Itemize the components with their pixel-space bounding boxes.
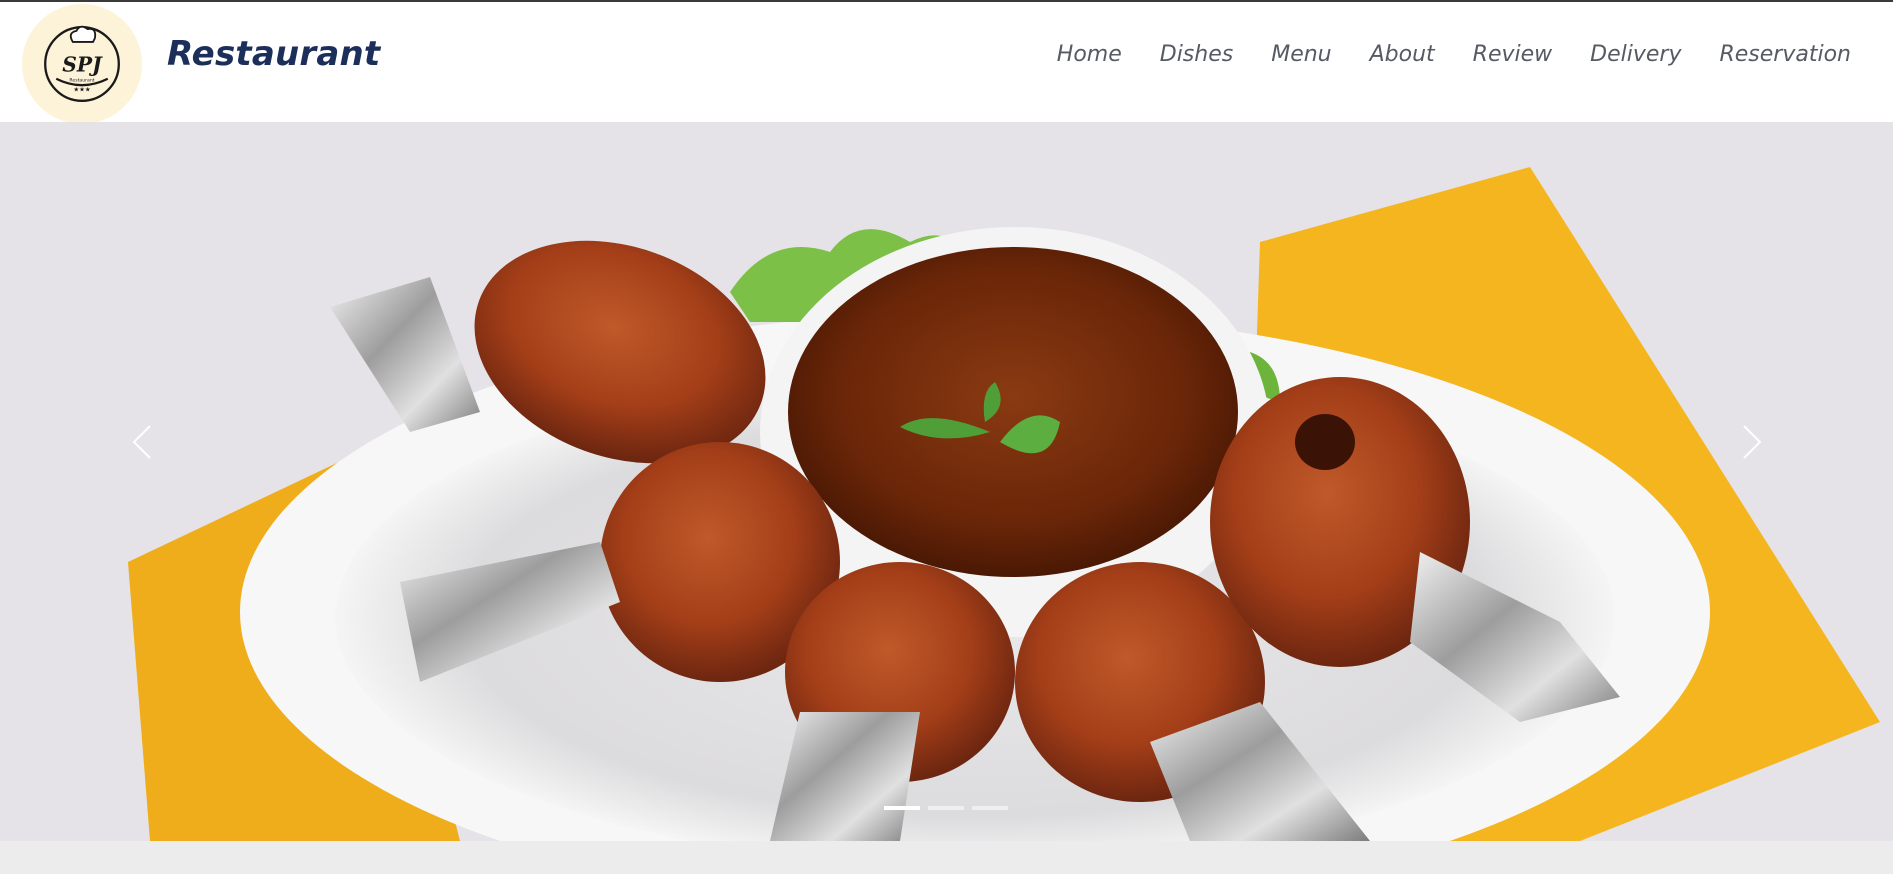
chevron-right-icon	[1743, 425, 1762, 459]
nav-delivery[interactable]: Delivery	[1590, 42, 1681, 67]
main-nav: Home Dishes Menu About Review Delivery R…	[1019, 42, 1851, 67]
brand-name[interactable]: Restaurant	[167, 34, 380, 74]
logo-subtext: Restaurant	[69, 77, 94, 83]
hero-carousel	[0, 122, 1893, 841]
hero-slide-image	[0, 122, 1893, 841]
nav-about[interactable]: About	[1370, 42, 1435, 67]
chevron-left-icon	[132, 425, 151, 459]
logo-monogram: SPJ	[62, 52, 103, 76]
nav-dishes[interactable]: Dishes	[1160, 42, 1233, 67]
carousel-indicator-1[interactable]	[884, 806, 920, 810]
navbar: SPJ Restaurant ★★★ Restaurant Home Dishe…	[0, 2, 1893, 124]
svg-text:★★★: ★★★	[73, 86, 91, 94]
carousel-indicator-2[interactable]	[928, 806, 964, 810]
nav-reservation[interactable]: Reservation	[1719, 42, 1851, 67]
logo-emblem: SPJ Restaurant ★★★	[44, 25, 120, 102]
carousel-indicators	[884, 806, 1008, 810]
next-section-strip	[0, 841, 1893, 874]
brand-logo[interactable]: SPJ Restaurant ★★★	[22, 4, 142, 124]
nav-review[interactable]: Review	[1473, 42, 1552, 67]
carousel-indicator-3[interactable]	[972, 806, 1008, 810]
nav-home[interactable]: Home	[1057, 42, 1122, 67]
carousel-prev-button[interactable]	[112, 402, 172, 482]
nav-menu[interactable]: Menu	[1271, 42, 1331, 67]
carousel-next-button[interactable]	[1722, 402, 1782, 482]
